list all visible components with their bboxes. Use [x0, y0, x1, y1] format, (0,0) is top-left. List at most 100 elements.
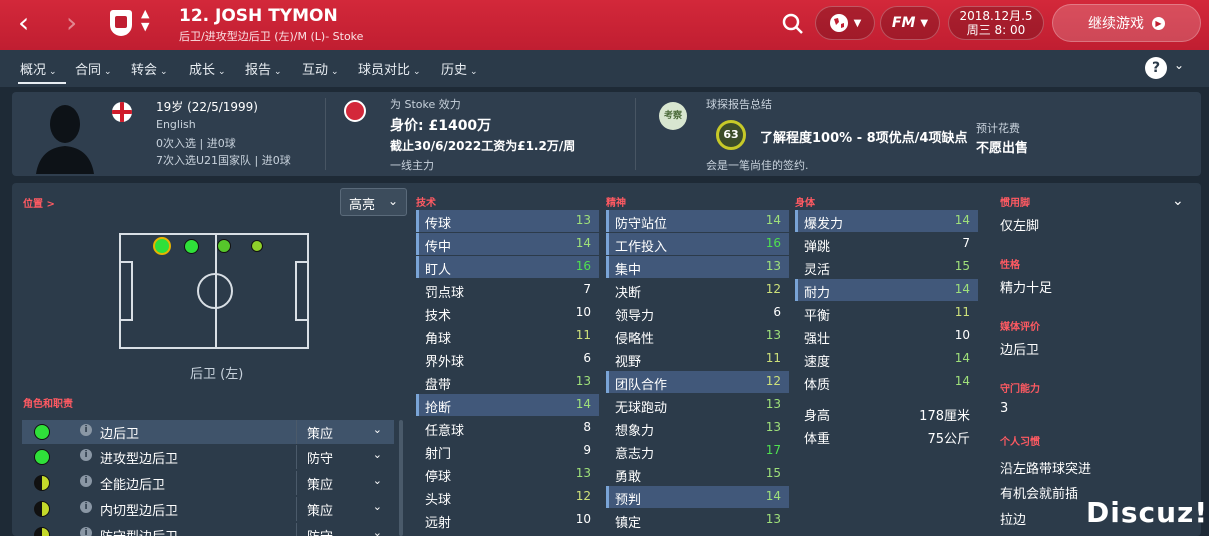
attribute-row[interactable]: 防守站位 14 — [606, 210, 789, 232]
duty-dropdown[interactable]: 策应 ⌄ — [296, 497, 392, 521]
club-badge-icon[interactable] — [344, 100, 366, 122]
attribute-name: 视野 — [615, 355, 642, 370]
attribute-row[interactable]: 领导力 6 — [606, 302, 789, 324]
attribute-row[interactable]: 灵活 15 — [795, 256, 978, 278]
back-arrow-icon[interactable]: ‹ — [18, 8, 48, 38]
attribute-value: 10 — [575, 305, 591, 319]
attribute-row[interactable]: 罚点球 7 — [416, 279, 599, 301]
chevron-down-icon: ⌄ — [218, 67, 226, 77]
forward-arrow-icon[interactable]: › — [66, 8, 77, 38]
duty-dropdown[interactable]: 防守⌄ — [296, 445, 392, 469]
gk-label: 守门能力 — [1000, 384, 1040, 395]
attribute-row[interactable]: 团队合作 12 — [606, 371, 789, 393]
chevron-down-icon: ⌄ — [470, 67, 478, 77]
tab-interaction[interactable]: 互动 ⌄ — [302, 59, 339, 78]
attribute-row[interactable]: 任意球 8 — [416, 417, 599, 439]
attribute-row[interactable]: 视野 11 — [606, 348, 789, 370]
attribute-row[interactable]: 决断 12 — [606, 279, 789, 301]
attribute-row[interactable]: 预判 14 — [606, 486, 789, 508]
attribute-row[interactable]: 意志力 17 — [606, 440, 789, 462]
attribute-row[interactable]: 无球跑动 13 — [606, 394, 789, 416]
tab-development[interactable]: 成长 ⌄ — [189, 59, 226, 78]
role-row[interactable]: i 防守型边后卫 防守⌄ — [22, 523, 394, 536]
role-row[interactable]: i 边后卫 策应 ⌄ — [22, 420, 394, 444]
duty-dropdown[interactable]: 防守⌄ — [296, 523, 392, 536]
attribute-row[interactable]: 体质 14 — [795, 371, 978, 393]
player-silhouette-icon — [36, 105, 94, 174]
chevron-up-icon[interactable]: ▲ — [141, 7, 149, 20]
role-row[interactable]: i 内切型边后卫 策应 ⌄ — [22, 497, 394, 521]
scout-badge[interactable]: 考察 — [659, 102, 687, 130]
attribute-row[interactable]: 爆发力 14 — [795, 210, 978, 232]
attribute-row[interactable]: 速度 14 — [795, 348, 978, 370]
attribute-row[interactable]: 射门 9 — [416, 440, 599, 462]
attribute-row[interactable]: 传中 14 — [416, 233, 599, 255]
attribute-row[interactable]: 停球 13 — [416, 463, 599, 485]
tab-compare[interactable]: 球员对比 ⌄ — [358, 59, 421, 78]
attribute-row[interactable]: 界外球 6 — [416, 348, 599, 370]
info-icon[interactable]: i — [80, 501, 92, 513]
chevron-down-icon[interactable]: ⌄ — [1172, 193, 1184, 209]
date-display[interactable]: 2018.12月.5 周三 8: 00 — [948, 6, 1044, 40]
info-icon[interactable]: i — [80, 527, 92, 536]
attribute-row[interactable]: 抢断 14 — [416, 394, 599, 416]
attribute-row[interactable]: 技术 10 — [416, 302, 599, 324]
fm-menu-button[interactable]: FM ▼ — [880, 6, 940, 40]
chevron-down-icon: ⌄ — [104, 67, 112, 77]
attribute-name: 界外球 — [425, 355, 465, 370]
attribute-row[interactable]: 盘带 13 — [416, 371, 599, 393]
player-switch-arrows[interactable]: ▲ ▼ — [141, 7, 149, 33]
role-row[interactable]: i 进攻型边后卫 防守 ⌄ — [22, 445, 394, 469]
help-icon[interactable]: ? — [1145, 57, 1167, 79]
attribute-row[interactable]: 远射 10 — [416, 509, 599, 531]
world-menu-button[interactable]: ▼ — [815, 6, 875, 40]
position-dot-aml[interactable] — [251, 240, 263, 252]
attribute-row[interactable]: 镇定 13 — [606, 509, 789, 531]
roles-scrollbar[interactable] — [399, 420, 403, 536]
england-flag-icon[interactable] — [112, 102, 132, 122]
chevron-down-icon[interactable]: ⌄ — [1174, 58, 1184, 72]
chevron-down-icon[interactable]: ▼ — [141, 20, 149, 33]
attribute-value: 14 — [765, 489, 781, 503]
highlight-dropdown[interactable]: 高亮 ⌄ — [340, 188, 407, 216]
tab-overview[interactable]: 概况 ⌄ — [20, 59, 57, 78]
attribute-row[interactable]: 角球 11 — [416, 325, 599, 347]
tab-contract[interactable]: 合同 ⌄ — [75, 59, 112, 78]
info-icon[interactable]: i — [80, 449, 92, 461]
attribute-value: 10 — [575, 512, 591, 526]
attribute-value: 13 — [575, 466, 591, 480]
player-info-panel: 19岁 (22/5/1999) English 0次入选 | 进0球 7次入选U… — [12, 92, 1201, 176]
attribute-row[interactable]: 工作投入 16 — [606, 233, 789, 255]
tab-history[interactable]: 历史 ⌄ — [441, 59, 478, 78]
attribute-row[interactable]: 传球 13 — [416, 210, 599, 232]
position-dot-wbl[interactable] — [184, 239, 199, 254]
attribute-row[interactable]: 平衡 11 — [795, 302, 978, 324]
attribute-row[interactable]: 弹跳 7 — [795, 233, 978, 255]
attribute-row[interactable]: 集中 13 — [606, 256, 789, 278]
attribute-name: 远射 — [425, 516, 452, 531]
duty-dropdown[interactable]: 策应 ⌄ — [296, 471, 392, 495]
attribute-row[interactable]: 强壮 10 — [795, 325, 978, 347]
attribute-row[interactable]: 勇敢 15 — [606, 463, 789, 485]
continue-label: 继续游戏 — [1088, 16, 1144, 32]
role-row[interactable]: i 全能边后卫 策应 ⌄ — [22, 471, 394, 495]
continue-button[interactable]: 继续游戏 ▶ — [1052, 4, 1201, 42]
tab-transfer[interactable]: 转会 ⌄ — [131, 59, 168, 78]
info-icon[interactable]: i — [80, 424, 92, 436]
attribute-row[interactable]: 耐力 14 — [795, 279, 978, 301]
attribute-row[interactable]: 侵略性 13 — [606, 325, 789, 347]
attribute-value: 11 — [954, 305, 970, 319]
search-icon[interactable] — [780, 11, 806, 37]
attribute-row[interactable]: 盯人 16 — [416, 256, 599, 278]
info-icon[interactable]: i — [80, 475, 92, 487]
position-dot-ml[interactable] — [217, 239, 231, 253]
attribute-row[interactable]: 想象力 13 — [606, 417, 789, 439]
club-crest-icon[interactable] — [110, 10, 132, 36]
position-dot-dl[interactable] — [153, 237, 171, 255]
tab-reports[interactable]: 报告 ⌄ — [245, 59, 282, 78]
duty-dropdown[interactable]: 策应 ⌄ — [296, 420, 392, 444]
attribute-row[interactable]: 头球 12 — [416, 486, 599, 508]
role-name: 进攻型边后卫 — [100, 452, 179, 467]
attribute-value: 14 — [765, 213, 781, 227]
positions-link[interactable]: 位置 > — [23, 195, 55, 210]
